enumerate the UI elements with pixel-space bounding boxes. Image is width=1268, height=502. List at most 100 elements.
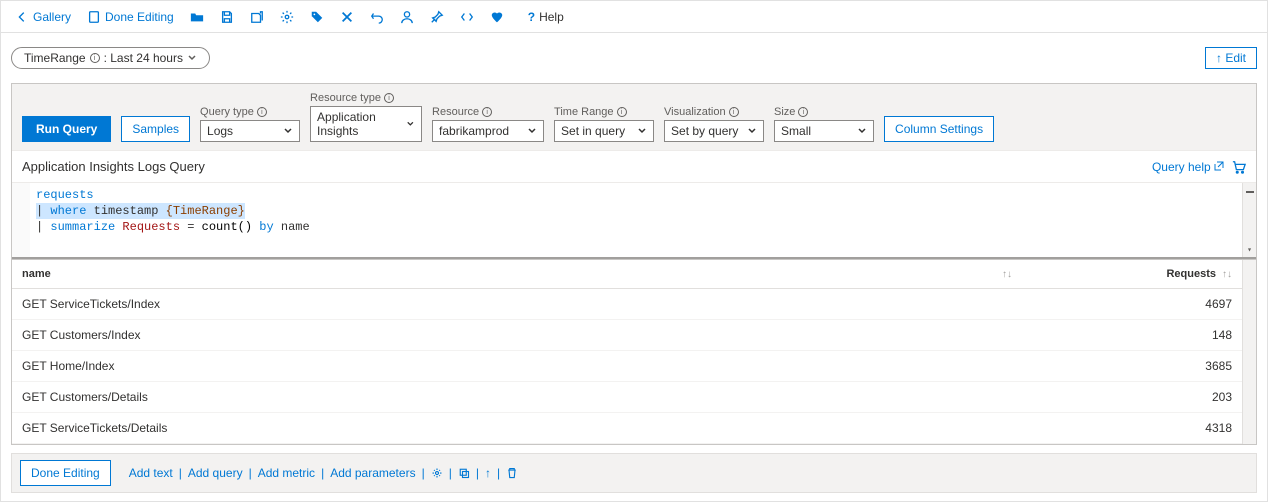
help-button[interactable]: ? Help — [522, 7, 570, 27]
chevron-down-icon — [637, 126, 647, 136]
undo-button[interactable] — [364, 7, 390, 27]
table-scrollbar[interactable] — [1242, 260, 1256, 444]
table-row[interactable]: GET Customers/Details203 — [12, 382, 1242, 413]
samples-button[interactable]: Samples — [121, 116, 190, 142]
cell-name: GET ServiceTickets/Index — [12, 289, 1022, 319]
folder-open-icon — [190, 10, 204, 24]
add-text-link[interactable]: Add text — [129, 466, 173, 480]
gallery-button[interactable]: Gallery — [9, 7, 77, 27]
done-editing-top-label: Done Editing — [105, 10, 174, 24]
save-icon — [220, 10, 234, 24]
query-title: Application Insights Logs Query — [22, 159, 205, 174]
tag-button[interactable] — [304, 7, 330, 27]
edit-step-button[interactable]: ↑ Edit — [1205, 47, 1257, 69]
query-help-label: Query help — [1152, 160, 1211, 174]
timerange-parameter-pill[interactable]: TimeRange i : Last 24 hours — [11, 47, 210, 69]
tok-summarize: summarize — [50, 220, 115, 234]
restype-dropdown[interactable]: Application Insights — [310, 106, 422, 142]
done-editing-top-button[interactable]: Done Editing — [81, 7, 180, 27]
chevron-down-icon — [747, 126, 757, 136]
cell-requests: 4318 — [1022, 413, 1242, 443]
col-header-requests[interactable]: Requests ↑↓ — [1022, 260, 1242, 288]
person-icon — [400, 10, 414, 24]
editor-scrollbar[interactable]: ▾ — [1242, 183, 1256, 257]
pill-prefix: TimeRange — [24, 51, 86, 65]
gear-icon[interactable] — [431, 467, 443, 479]
tok-param: {TimeRange} — [166, 204, 245, 218]
timerange-dropdown[interactable]: Set in query — [554, 120, 654, 142]
feedback-button[interactable] — [484, 7, 510, 27]
resource-dropdown[interactable]: fabrikamprod — [432, 120, 544, 142]
external-link-icon — [1214, 161, 1224, 171]
save-as-button[interactable] — [244, 7, 270, 27]
delete-button[interactable] — [334, 7, 360, 27]
table-header-row: name ↑↓ Requests ↑↓ — [12, 260, 1242, 289]
col-header-requests-label: Requests — [1166, 268, 1216, 280]
tok-ts: timestamp — [94, 204, 159, 218]
advanced-editor-button[interactable] — [454, 7, 480, 27]
column-settings-button[interactable]: Column Settings — [884, 116, 994, 142]
table-row[interactable]: GET ServiceTickets/Index4697 — [12, 289, 1242, 320]
settings-button[interactable] — [274, 7, 300, 27]
save-button[interactable] — [214, 7, 240, 27]
info-icon: i — [729, 107, 739, 117]
results-grid: name ↑↓ Requests ↑↓ GET ServiceTickets/I… — [11, 260, 1257, 445]
done-editing-icon — [87, 10, 101, 24]
querytype-dropdown[interactable]: Logs — [200, 120, 300, 142]
redo-button[interactable] — [394, 7, 420, 27]
done-editing-bottom-button[interactable]: Done Editing — [20, 460, 111, 486]
cell-name: GET ServiceTickets/Details — [12, 413, 1022, 443]
chevron-down-icon — [283, 126, 293, 136]
chevron-down-icon — [527, 126, 537, 136]
heart-icon — [490, 10, 504, 24]
info-icon: i — [384, 93, 394, 103]
help-icon: ? — [528, 10, 535, 24]
pin-icon — [430, 10, 444, 24]
restype-label: Resource type — [310, 92, 381, 104]
add-parameters-link[interactable]: Add parameters — [330, 466, 415, 480]
kql-editor[interactable]: requests | where timestamp {TimeRange} |… — [12, 182, 1256, 259]
shopping-cart-icon[interactable] — [1232, 160, 1246, 174]
workbook-toolbar: Gallery Done Editing ? Help — [1, 1, 1267, 33]
info-icon: i — [90, 53, 100, 63]
querytype-label: Query type — [200, 106, 254, 118]
cell-name: GET Home/Index — [12, 351, 1022, 381]
table-row[interactable]: GET Home/Index3685 — [12, 351, 1242, 382]
tok-count: count() — [202, 220, 252, 234]
sort-icon: ↑↓ — [1002, 269, 1012, 280]
size-dropdown[interactable]: Small — [774, 120, 874, 142]
col-header-name-label: name — [22, 268, 51, 280]
table-row[interactable]: GET ServiceTickets/Details4318 — [12, 413, 1242, 444]
sort-icon: ↑↓ — [1222, 269, 1232, 280]
arrow-left-icon — [15, 10, 29, 24]
gear-icon — [280, 10, 294, 24]
timerange-label: Time Range — [554, 106, 614, 118]
trash-icon[interactable] — [506, 467, 518, 479]
step-footer: Done Editing Add text | Add query | Add … — [11, 453, 1257, 493]
move-up-button[interactable]: ↑ — [485, 466, 491, 480]
query-help-link[interactable]: Query help — [1152, 160, 1224, 174]
pin-button[interactable] — [424, 7, 450, 27]
editor-content[interactable]: requests | where timestamp {TimeRange} |… — [30, 183, 1242, 257]
col-header-name[interactable]: name ↑↓ — [12, 260, 1022, 288]
viz-dropdown[interactable]: Set by query — [664, 120, 764, 142]
table-row[interactable]: GET Customers/Index148 — [12, 320, 1242, 351]
info-icon: i — [482, 107, 492, 117]
query-panel: Run Query Samples Query type i Logs Resou… — [11, 83, 1257, 260]
add-metric-link[interactable]: Add metric — [258, 466, 315, 480]
open-button[interactable] — [184, 7, 210, 27]
run-query-button[interactable]: Run Query — [22, 116, 111, 142]
pill-suffix: : Last 24 hours — [104, 51, 183, 65]
viz-label: Visualization — [664, 106, 726, 118]
query-toolbar: Run Query Samples Query type i Logs Resou… — [12, 84, 1256, 151]
undo-icon — [370, 10, 384, 24]
size-label: Size — [774, 106, 795, 118]
add-query-link[interactable]: Add query — [188, 466, 243, 480]
tok-eq: = — [180, 220, 202, 234]
cell-name: GET Customers/Details — [12, 382, 1022, 412]
size-value: Small — [781, 124, 811, 138]
cell-requests: 148 — [1022, 320, 1242, 350]
help-label: Help — [539, 10, 564, 24]
tag-icon — [310, 10, 324, 24]
clone-icon[interactable] — [458, 467, 470, 479]
